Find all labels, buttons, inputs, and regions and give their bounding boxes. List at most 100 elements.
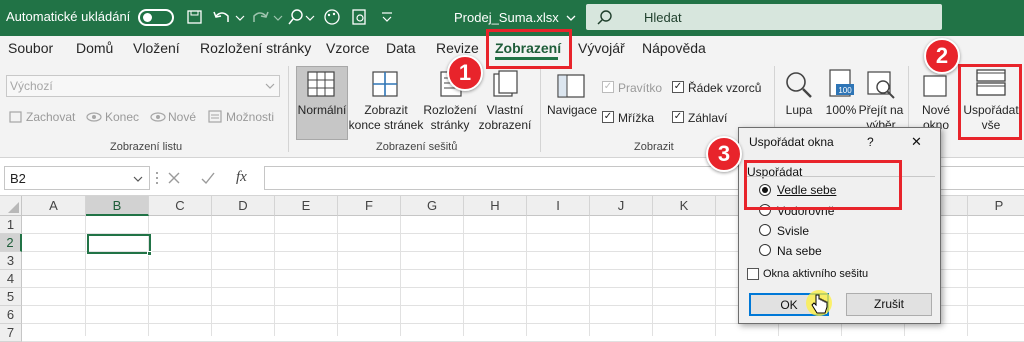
ruler-checkbox[interactable]: ✓ (602, 81, 614, 93)
tab-rozlozeni-stranky[interactable]: Rozložení stránky (200, 40, 311, 56)
navigation-button[interactable]: Navigace (546, 103, 598, 118)
palette-icon[interactable] (322, 8, 342, 26)
row-header-2[interactable]: 2 (0, 234, 22, 252)
redo-icon[interactable] (250, 8, 284, 26)
fill-handle[interactable] (147, 251, 152, 256)
row-header-4[interactable]: 4 (0, 270, 22, 288)
radio-cascade-label: Na sebe (777, 244, 822, 258)
formula-bar-checkbox[interactable]: ✓ (672, 81, 684, 93)
search-box[interactable]: Hledat (586, 4, 942, 30)
dialog-close-button[interactable]: ✕ (911, 134, 922, 150)
column-header-p[interactable]: P (968, 196, 1024, 216)
insert-function-button[interactable]: fx (236, 169, 247, 186)
row-header-7[interactable]: 7 (0, 324, 22, 342)
tab-revize[interactable]: Revize (436, 40, 479, 56)
column-header-d[interactable]: D (212, 196, 275, 216)
resize-dots-icon[interactable] (154, 170, 160, 186)
headings-checkbox[interactable]: ✓ (672, 111, 684, 123)
zoom-to-selection-label-1[interactable]: Přejít na (858, 103, 904, 118)
column-header-k[interactable]: K (653, 196, 716, 216)
gridlines-label: Mřížka (618, 111, 654, 125)
ribbon-separator (540, 66, 541, 152)
page-layout-label-1[interactable]: Rozložení (422, 103, 478, 118)
column-header-a[interactable]: A (22, 196, 86, 216)
customize-toolbar-icon[interactable] (380, 9, 394, 25)
keep-icon (9, 111, 22, 123)
autosave-toggle[interactable] (138, 9, 174, 26)
new-view-button[interactable]: Nové (168, 110, 196, 124)
exit-button[interactable]: Konec (105, 110, 139, 124)
headings-label: Záhlaví (688, 111, 728, 125)
gridlines-checkbox[interactable]: ✓ (602, 111, 614, 123)
tab-domu[interactable]: Domů (76, 40, 113, 56)
radio-vertical[interactable] (759, 224, 771, 236)
page-break-label-2[interactable]: konce stránek (348, 118, 424, 133)
column-header-i[interactable]: I (527, 196, 590, 216)
sheet-view-dropdown[interactable]: Výchozí (6, 75, 280, 97)
chevron-down-icon[interactable] (133, 175, 143, 183)
cancel-entry-icon[interactable] (166, 170, 182, 186)
keep-button[interactable]: Zachovat (26, 110, 75, 124)
page-break-label-1[interactable]: Zobrazit (348, 103, 424, 118)
file-name: Prodej_Suma.xlsx (454, 10, 559, 25)
cancel-button[interactable]: Zrušit (846, 293, 932, 316)
gridline (589, 216, 590, 336)
row-header-6[interactable]: 6 (0, 306, 22, 324)
new-window-label-1[interactable]: Nové (914, 103, 958, 118)
zoom-button[interactable]: Lupa (780, 103, 818, 118)
search-placeholder: Hledat (644, 10, 682, 25)
gridline (337, 216, 338, 336)
hand-cursor-icon (811, 294, 828, 314)
selected-cell[interactable] (87, 234, 151, 254)
dropdown-arrow-icon (265, 83, 275, 89)
options-button[interactable]: Možnosti (226, 110, 274, 124)
exit-view-icon (86, 112, 102, 122)
zoom-100-icon-text: 100 (838, 86, 852, 95)
column-header-e[interactable]: E (275, 196, 338, 216)
search-small-icon[interactable] (288, 8, 316, 26)
active-workbook-checkbox[interactable] (747, 268, 759, 280)
gridline (274, 216, 275, 336)
column-header-f[interactable]: F (338, 196, 401, 216)
options-icon (208, 110, 222, 123)
gridline (652, 216, 653, 336)
tab-data[interactable]: Data (386, 40, 416, 56)
radio-vertical-label: Svisle (777, 224, 810, 238)
column-header-c[interactable]: C (149, 196, 212, 216)
column-header-j[interactable]: J (590, 196, 653, 216)
highlight-box-arrange (958, 64, 1022, 140)
select-all-corner[interactable] (0, 196, 22, 216)
zoom-100-button[interactable]: 100% (822, 103, 860, 118)
dialog-title: Uspořádat okna (749, 135, 834, 149)
column-header-h[interactable]: H (464, 196, 527, 216)
name-box[interactable]: B2 (4, 166, 150, 190)
step-marker-2: 2 (924, 38, 960, 74)
row-header-5[interactable]: 5 (0, 288, 22, 306)
row-header-1[interactable]: 1 (0, 216, 22, 234)
gridline (967, 216, 968, 336)
undo-icon[interactable] (212, 8, 246, 26)
gridline (211, 216, 212, 336)
custom-views-label-1[interactable]: Vlastní (476, 103, 534, 118)
save-icon[interactable] (186, 9, 204, 25)
page-layout-label-2[interactable]: stránky (422, 118, 478, 133)
column-header-b[interactable]: B (86, 196, 149, 216)
radio-cascade[interactable] (759, 244, 771, 256)
custom-views-label-2[interactable]: zobrazení (476, 118, 534, 133)
gridline (715, 216, 716, 336)
highlight-box-tab (486, 29, 572, 69)
confirm-entry-icon[interactable] (200, 170, 216, 186)
tab-soubor[interactable]: Soubor (8, 40, 53, 56)
column-header-g[interactable]: G (401, 196, 464, 216)
tab-napoveda[interactable]: Nápověda (642, 40, 706, 56)
ribbon-separator (288, 66, 289, 152)
dialog-help-button[interactable]: ? (867, 135, 874, 149)
tab-vyvojar[interactable]: Vývojář (578, 40, 625, 56)
chevron-down-icon[interactable] (565, 13, 577, 23)
tab-vzorce[interactable]: Vzorce (326, 40, 370, 56)
row-header-3[interactable]: 3 (0, 252, 22, 270)
print-preview-icon[interactable] (350, 8, 370, 26)
tab-vlozeni[interactable]: Vložení (133, 40, 180, 56)
navigation-icon (557, 74, 585, 98)
step-marker-3: 3 (706, 136, 742, 172)
